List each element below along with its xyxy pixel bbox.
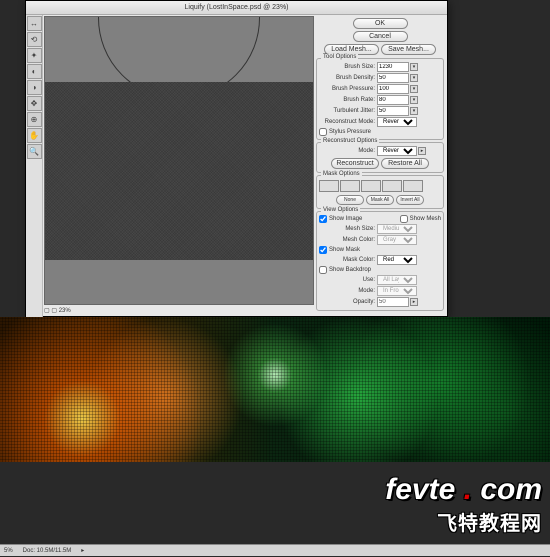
mask-mode-1[interactable] <box>319 180 339 192</box>
tool-warp[interactable]: ↔ <box>27 16 42 31</box>
brush-pressure-label: Brush Pressure: <box>319 86 377 92</box>
backdrop-opacity-label: Opacity: <box>319 299 377 305</box>
tool-mirror[interactable]: ✥ <box>27 96 42 111</box>
mask-options-group: Mask Options NoneMask AllInvert All <box>316 175 444 209</box>
liquify-dialog: Liquify (LostInSpace.psd @ 23%) ↔ ⟲ ✦ ◐ … <box>25 0 448 317</box>
toolbox: ↔ ⟲ ✦ ◐ ◑ ✥ ⊕ ✋ 🔍 <box>26 15 43 317</box>
backdrop-opacity-input <box>377 297 409 307</box>
brush-pressure-input[interactable] <box>377 84 409 94</box>
show-backdrop-checkbox[interactable] <box>319 266 327 274</box>
show-mask-checkbox[interactable] <box>319 246 327 254</box>
watermark-text-1: fevte <box>385 473 455 506</box>
zoom-value: 23% <box>59 308 71 314</box>
reconstruct-options-title: Reconstruct Options <box>321 138 379 144</box>
show-image-checkbox[interactable] <box>319 215 327 223</box>
reconstruct-mode-select2[interactable]: Revert <box>377 146 417 156</box>
cancel-button[interactable]: Cancel <box>353 31 408 42</box>
stepper-icon[interactable]: ▾ <box>410 74 418 82</box>
brush-rate-input[interactable] <box>377 95 409 105</box>
bokeh-result-image <box>0 317 550 462</box>
canvas-preview[interactable] <box>44 16 314 305</box>
stepper-icon[interactable]: ▾ <box>410 85 418 93</box>
canvas-bottom <box>45 260 313 282</box>
tool-options-title: Tool Options <box>321 54 358 60</box>
options-panel: OK Cancel Load Mesh... Save Mesh... Tool… <box>315 17 445 313</box>
stepper-icon[interactable]: ▸ <box>418 147 426 155</box>
mask-options-title: Mask Options <box>321 171 362 177</box>
brush-rate-label: Brush Rate: <box>319 97 377 103</box>
brush-size-label: Brush Size: <box>319 64 377 70</box>
mesh-size-label: Mesh Size: <box>319 226 377 232</box>
view-options-title: View Options <box>321 207 360 213</box>
stepper-icon: ▸ <box>410 298 418 306</box>
canvas-zoom: ▢ ▢ 23% <box>44 307 71 314</box>
turbulent-jitter-label: Turbulent Jitter: <box>319 108 377 114</box>
stepper-icon[interactable]: ▾ <box>410 96 418 104</box>
tool-options-group: Tool Options Brush Size:▾ Brush Density:… <box>316 58 444 140</box>
tool-zoom[interactable]: 🔍 <box>27 144 42 159</box>
tool-turbulence[interactable]: ⊕ <box>27 112 42 127</box>
restore-all-button[interactable]: Restore All <box>381 158 429 169</box>
save-mesh-button[interactable]: Save Mesh... <box>381 44 436 55</box>
zoom-minus[interactable]: ▢ <box>44 308 50 314</box>
photoshop-status-bar: 5% Doc: 10.5M/11.5M ▸ <box>0 544 550 556</box>
backdrop-use-select: All Layers <box>377 275 417 285</box>
stepper-icon[interactable]: ▾ <box>410 63 418 71</box>
stepper-icon[interactable]: ▾ <box>410 107 418 115</box>
backdrop-use-label: Use: <box>319 277 377 283</box>
reconstruct-options-group: Reconstruct Options Mode:Revert▸ Reconst… <box>316 142 444 173</box>
canvas-mesh-area <box>45 82 313 260</box>
brush-density-input[interactable] <box>377 73 409 83</box>
view-options-group: View Options Show ImageShow Mesh Mesh Si… <box>316 211 444 311</box>
mesh-size-select: Medium <box>377 224 417 234</box>
dialog-title: Liquify (LostInSpace.psd @ 23%) <box>26 1 447 15</box>
mask-mode-3[interactable] <box>361 180 381 192</box>
reconstruct-mode-label2: Mode: <box>319 148 377 154</box>
mask-color-select[interactable]: Red <box>377 255 417 265</box>
reconstruct-mode-select[interactable]: Revert <box>377 117 417 127</box>
reconstruct-button[interactable]: Reconstruct <box>331 158 379 169</box>
tool-hand[interactable]: ✋ <box>27 128 42 143</box>
reconstruct-mode-label: Reconstruct Mode: <box>319 119 377 125</box>
tool-twirl[interactable]: ⟲ <box>27 32 42 47</box>
show-mesh-label: Show Mesh <box>410 216 441 222</box>
mesh-color-label: Mesh Color: <box>319 237 377 243</box>
mask-mode-5[interactable] <box>403 180 423 192</box>
canvas-brush-outline <box>45 17 313 82</box>
ok-button[interactable]: OK <box>353 18 408 29</box>
ps-zoom[interactable]: 5% <box>4 545 13 556</box>
mask-none-button[interactable]: None <box>336 195 364 205</box>
tool-pucker[interactable]: ✦ <box>27 48 42 63</box>
turbulent-jitter-input[interactable] <box>377 106 409 116</box>
ps-status-arrow[interactable]: ▸ <box>81 545 84 556</box>
watermark-text-2: com <box>480 473 542 506</box>
brush-size-input[interactable] <box>377 62 409 72</box>
stylus-pressure-label: Stylus Pressure <box>329 129 371 135</box>
ps-doc-size: Doc: 10.5M/11.5M <box>23 545 72 556</box>
show-mesh-checkbox[interactable] <box>400 215 408 223</box>
stylus-pressure-checkbox[interactable] <box>319 128 327 136</box>
show-backdrop-label: Show Backdrop <box>329 267 371 273</box>
watermark-cn: 飞特教程网 <box>385 507 542 536</box>
invert-all-button[interactable]: Invert All <box>396 195 424 205</box>
zoom-plus[interactable]: ▢ <box>51 308 57 314</box>
mask-mode-4[interactable] <box>382 180 402 192</box>
show-image-label: Show Image <box>329 216 400 222</box>
mesh-color-select: Gray <box>377 235 417 245</box>
tool-push-left[interactable]: ◑ <box>27 80 42 95</box>
watermark-dot: . <box>455 473 480 506</box>
mask-mode-2[interactable] <box>340 180 360 192</box>
show-mask-label: Show Mask <box>329 247 360 253</box>
watermark: fevte . com 飞特教程网 <box>385 473 542 536</box>
tool-bloat[interactable]: ◐ <box>27 64 42 79</box>
mask-all-button[interactable]: Mask All <box>366 195 394 205</box>
mask-color-label: Mask Color: <box>319 257 377 263</box>
backdrop-mode-label: Mode: <box>319 288 377 294</box>
brush-density-label: Brush Density: <box>319 75 377 81</box>
backdrop-mode-select: In Front <box>377 286 417 296</box>
